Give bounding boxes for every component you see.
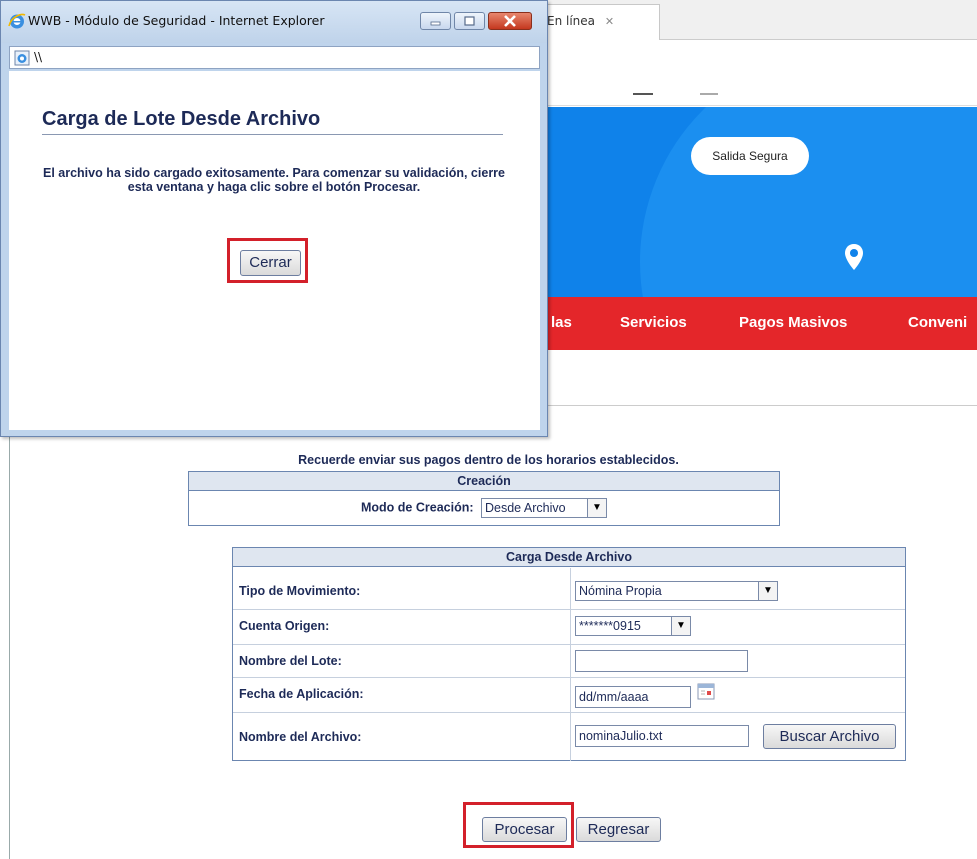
form-row-nombre-lote: Nombre del Lote: bbox=[233, 644, 905, 676]
page-icon bbox=[14, 50, 30, 66]
salida-segura-button[interactable]: Salida Segura bbox=[691, 137, 809, 175]
form-row-cuenta: Cuenta Origen: *******0915 ▼ bbox=[233, 609, 905, 641]
address-text: \\ bbox=[34, 50, 43, 64]
schedule-reminder: Recuerde enviar sus pagos dentro de los … bbox=[298, 453, 679, 467]
tipo-movimiento-label: Tipo de Movimiento: bbox=[239, 584, 361, 598]
form-row-fecha: Fecha de Aplicación: dd/mm/aaaa bbox=[233, 677, 905, 709]
fecha-aplicacion-label: Fecha de Aplicación: bbox=[239, 687, 364, 701]
nav-item-cuentas[interactable]: las bbox=[551, 314, 572, 331]
tipo-movimiento-value: Nómina Propia bbox=[579, 584, 662, 598]
modo-creacion-row: Modo de Creación: Desde Archivo ▼ bbox=[189, 498, 779, 518]
carga-archivo-panel: Carga Desde Archivo Tipo de Movimiento: … bbox=[232, 547, 906, 761]
content-left-border bbox=[9, 430, 10, 859]
modo-creacion-label: Modo de Creación: bbox=[361, 500, 474, 515]
modo-creacion-value: Desde Archivo bbox=[485, 501, 566, 515]
nav-item-convenios[interactable]: Conveni bbox=[908, 314, 967, 331]
nombre-lote-label: Nombre del Lote: bbox=[239, 654, 342, 668]
popup-content: Carga de Lote Desde Archivo El archivo h… bbox=[9, 71, 540, 430]
creacion-header: Creación bbox=[189, 472, 779, 491]
nombre-archivo-label: Nombre del Archivo: bbox=[239, 730, 362, 744]
minimize-icon bbox=[430, 21, 441, 26]
internet-explorer-icon bbox=[8, 13, 26, 29]
cuenta-origen-value: *******0915 bbox=[579, 619, 641, 633]
cerrar-highlight-box bbox=[227, 238, 308, 283]
upload-success-message: El archivo ha sido cargado exitosamente.… bbox=[43, 166, 505, 194]
form-row-tipo: Tipo de Movimiento: Nómina Propia ▼ bbox=[233, 575, 905, 607]
popup-window: WWB - Módulo de Seguridad - Internet Exp… bbox=[0, 0, 548, 437]
hero-circle-decoration bbox=[640, 107, 977, 297]
toolbar-dash-icon bbox=[700, 93, 718, 95]
regresar-button[interactable]: Regresar bbox=[576, 817, 661, 842]
form-row-archivo: Nombre del Archivo: nominaJulio.txt Busc… bbox=[233, 712, 905, 761]
minimize-icon bbox=[633, 93, 653, 95]
close-tab-icon[interactable]: ✕ bbox=[605, 15, 614, 28]
window-maximize-button[interactable] bbox=[454, 12, 485, 30]
maximize-icon bbox=[464, 16, 475, 26]
address-bar[interactable]: \\ bbox=[9, 46, 540, 69]
close-icon bbox=[504, 15, 516, 27]
chevron-down-icon: ▼ bbox=[587, 499, 606, 517]
tipo-movimiento-select[interactable]: Nómina Propia ▼ bbox=[575, 581, 778, 601]
nav-item-servicios[interactable]: Servicios bbox=[620, 314, 687, 331]
fecha-aplicacion-input[interactable]: dd/mm/aaaa bbox=[575, 686, 691, 708]
cuenta-origen-label: Cuenta Origen: bbox=[239, 619, 330, 633]
window-minimize-button[interactable] bbox=[420, 12, 451, 30]
cuenta-origen-select[interactable]: *******0915 ▼ bbox=[575, 616, 691, 636]
heading-rule bbox=[42, 134, 503, 135]
chevron-down-icon: ▼ bbox=[758, 582, 777, 600]
carga-header: Carga Desde Archivo bbox=[233, 548, 905, 567]
browser-tab-title: En línea bbox=[547, 14, 596, 28]
creacion-panel: Creación Modo de Creación: Desde Archivo… bbox=[188, 471, 780, 526]
popup-title-bar[interactable]: WWB - Módulo de Seguridad - Internet Exp… bbox=[1, 1, 547, 43]
location-pin-icon[interactable] bbox=[844, 243, 864, 271]
window-close-button[interactable] bbox=[488, 12, 532, 30]
buscar-archivo-button[interactable]: Buscar Archivo bbox=[763, 724, 896, 749]
browser-tab[interactable]: En línea ✕ bbox=[530, 4, 660, 40]
nombre-archivo-input[interactable]: nominaJulio.txt bbox=[575, 725, 749, 747]
chevron-down-icon: ▼ bbox=[671, 617, 690, 635]
modo-creacion-select[interactable]: Desde Archivo ▼ bbox=[481, 498, 607, 518]
popup-heading: Carga de Lote Desde Archivo bbox=[42, 108, 321, 130]
nombre-lote-input[interactable] bbox=[575, 650, 748, 672]
procesar-highlight-box bbox=[463, 802, 574, 848]
nav-item-pagos-masivos[interactable]: Pagos Masivos bbox=[739, 314, 847, 331]
calendar-icon[interactable] bbox=[697, 682, 715, 700]
popup-window-title: WWB - Módulo de Seguridad - Internet Exp… bbox=[28, 13, 325, 28]
